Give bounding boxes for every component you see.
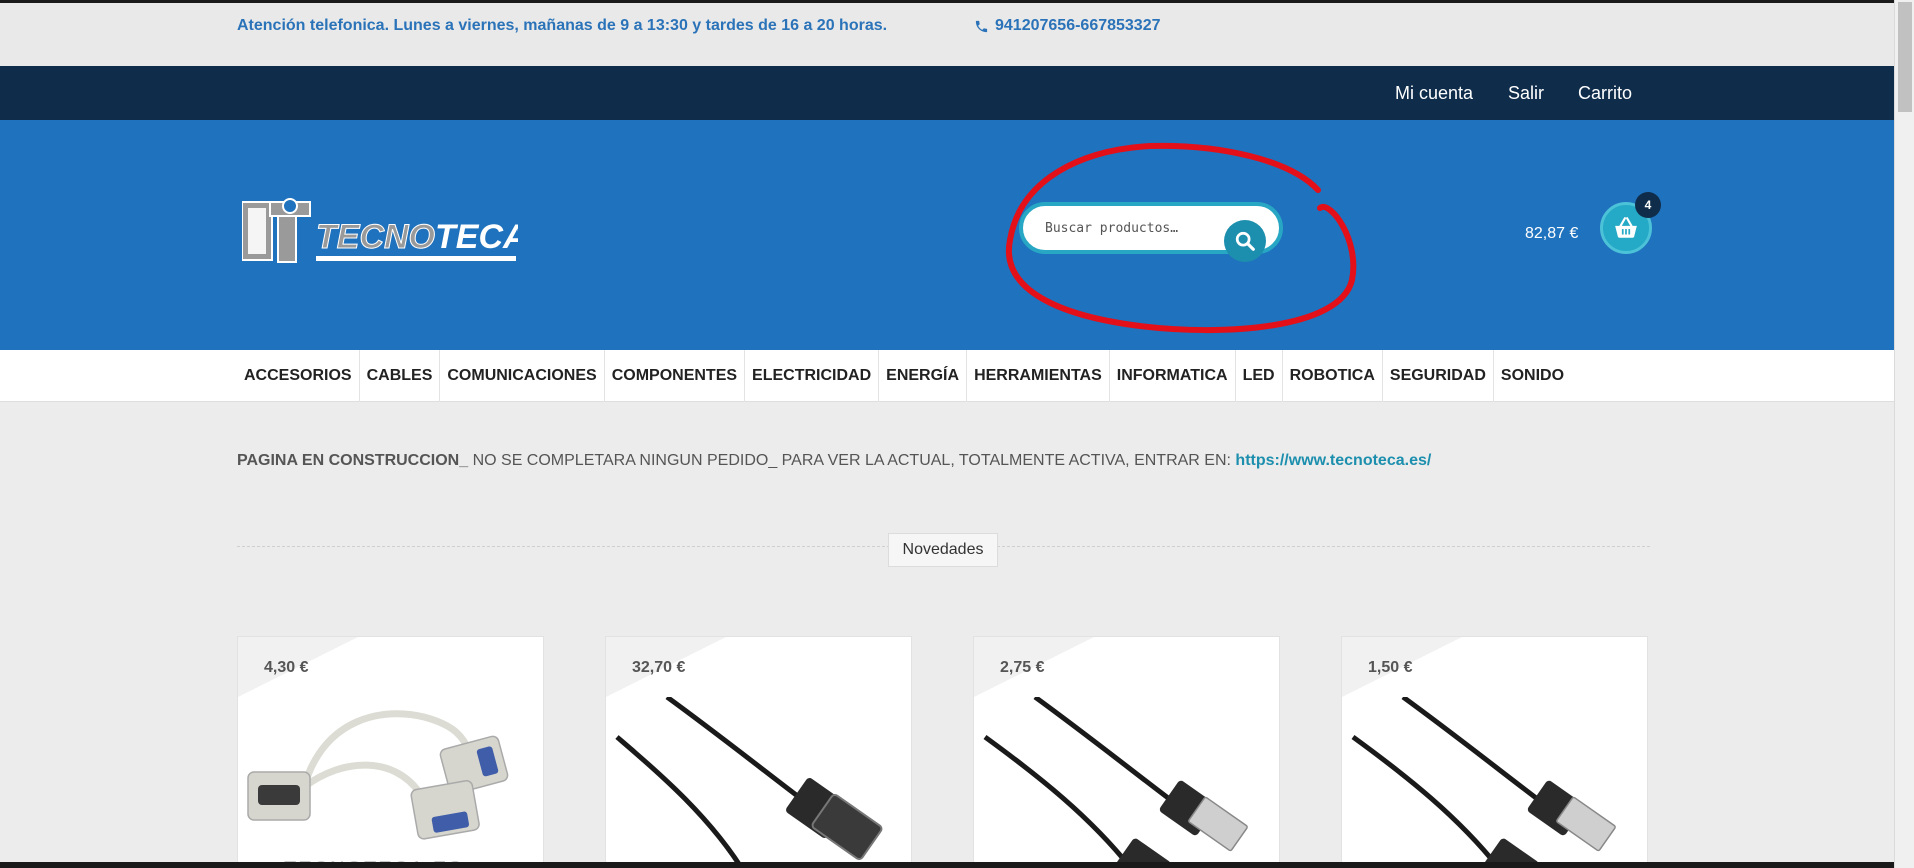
svg-text:TECNOTECA: TECNOTECA — [316, 218, 518, 256]
section-title-novedades: Novedades — [888, 533, 998, 567]
scrollbar-thumb[interactable] — [1898, 2, 1912, 112]
usb-cable-image[interactable] — [980, 697, 1275, 868]
product-price: 1,50 € — [1368, 659, 1413, 676]
category-herramientas[interactable]: HERRAMIENTAS — [967, 350, 1110, 402]
phone-contact[interactable]: 941207656-667853327 — [974, 17, 1161, 35]
bottom-edge-bar — [0, 862, 1894, 868]
product-card[interactable]: 1,50 € — [1341, 636, 1648, 868]
product-price: 32,70 € — [632, 659, 686, 676]
category-seguridad[interactable]: SEGURIDAD — [1383, 350, 1494, 402]
usb-cable-image[interactable] — [1348, 697, 1643, 868]
category-comunicaciones[interactable]: COMUNICACIONES — [440, 350, 605, 402]
category-robotica[interactable]: ROBOTICA — [1283, 350, 1383, 402]
search-button[interactable] — [1224, 220, 1266, 262]
cart-count-badge: 4 — [1635, 192, 1661, 218]
phone-number: 941207656-667853327 — [995, 17, 1161, 34]
site-header: TECNOTECA 82,87 € 4 — [0, 120, 1894, 350]
cart-link[interactable]: Carrito — [1578, 83, 1632, 104]
product-card[interactable]: 2,75 € — [973, 636, 1280, 868]
cart-total: 82,87 € — [1525, 225, 1579, 242]
search-input[interactable] — [1045, 217, 1215, 239]
construction-notice: PAGINA EN CONSTRUCCION_ NO SE COMPLETARA… — [237, 452, 1431, 470]
vga-splitter-cable-image[interactable]: TECNOTECA.ES — [244, 697, 539, 868]
logo-text-tecno: TECNO — [316, 218, 435, 256]
usb-serial-cable-image[interactable] — [612, 697, 907, 868]
category-nav: ACCESORIOS CABLES COMUNICACIONES COMPONE… — [0, 350, 1894, 402]
product-card[interactable]: 4,30 € TECNOTECA.ES — [237, 636, 544, 868]
product-card[interactable]: 32,70 € — [605, 636, 912, 868]
category-energia[interactable]: ENERGÍA — [879, 350, 968, 402]
logo-text-teca: TECA — [435, 218, 518, 256]
notice-strong: PAGINA EN CONSTRUCCION_ — [237, 452, 469, 469]
my-account-link[interactable]: Mi cuenta — [1395, 83, 1473, 104]
product-price: 2,75 € — [1000, 659, 1045, 676]
basket-icon — [1615, 217, 1637, 238]
product-price: 4,30 € — [264, 659, 309, 676]
support-hours-text: Atención telefonica. Lunes a viernes, ma… — [237, 17, 888, 34]
category-electricidad[interactable]: ELECTRICIDAD — [745, 350, 880, 402]
search-icon — [1235, 231, 1255, 251]
search-box — [1019, 202, 1283, 262]
category-componentes[interactable]: COMPONENTES — [605, 350, 746, 402]
current-site-link[interactable]: https://www.tecnoteca.es/ — [1235, 452, 1431, 469]
logout-link[interactable]: Salir — [1508, 83, 1544, 104]
tecnoteca-logo[interactable]: TECNOTECA — [242, 198, 518, 268]
account-nav-bar: Mi cuenta Salir Carrito — [0, 66, 1894, 120]
page-scrollbar[interactable] — [1894, 0, 1914, 868]
notice-text: NO SE COMPLETARA NINGUN PEDIDO_ PARA VER… — [468, 452, 1236, 469]
info-bar: Atención telefonica. Lunes a viernes, ma… — [0, 3, 1894, 66]
category-led[interactable]: LED — [1236, 350, 1283, 402]
category-sonido[interactable]: SONIDO — [1494, 350, 1571, 402]
category-informatica[interactable]: INFORMATICA — [1110, 350, 1236, 402]
category-cables[interactable]: CABLES — [360, 350, 441, 402]
phone-icon — [975, 20, 988, 32]
category-accesorios[interactable]: ACCESORIOS — [237, 350, 360, 402]
